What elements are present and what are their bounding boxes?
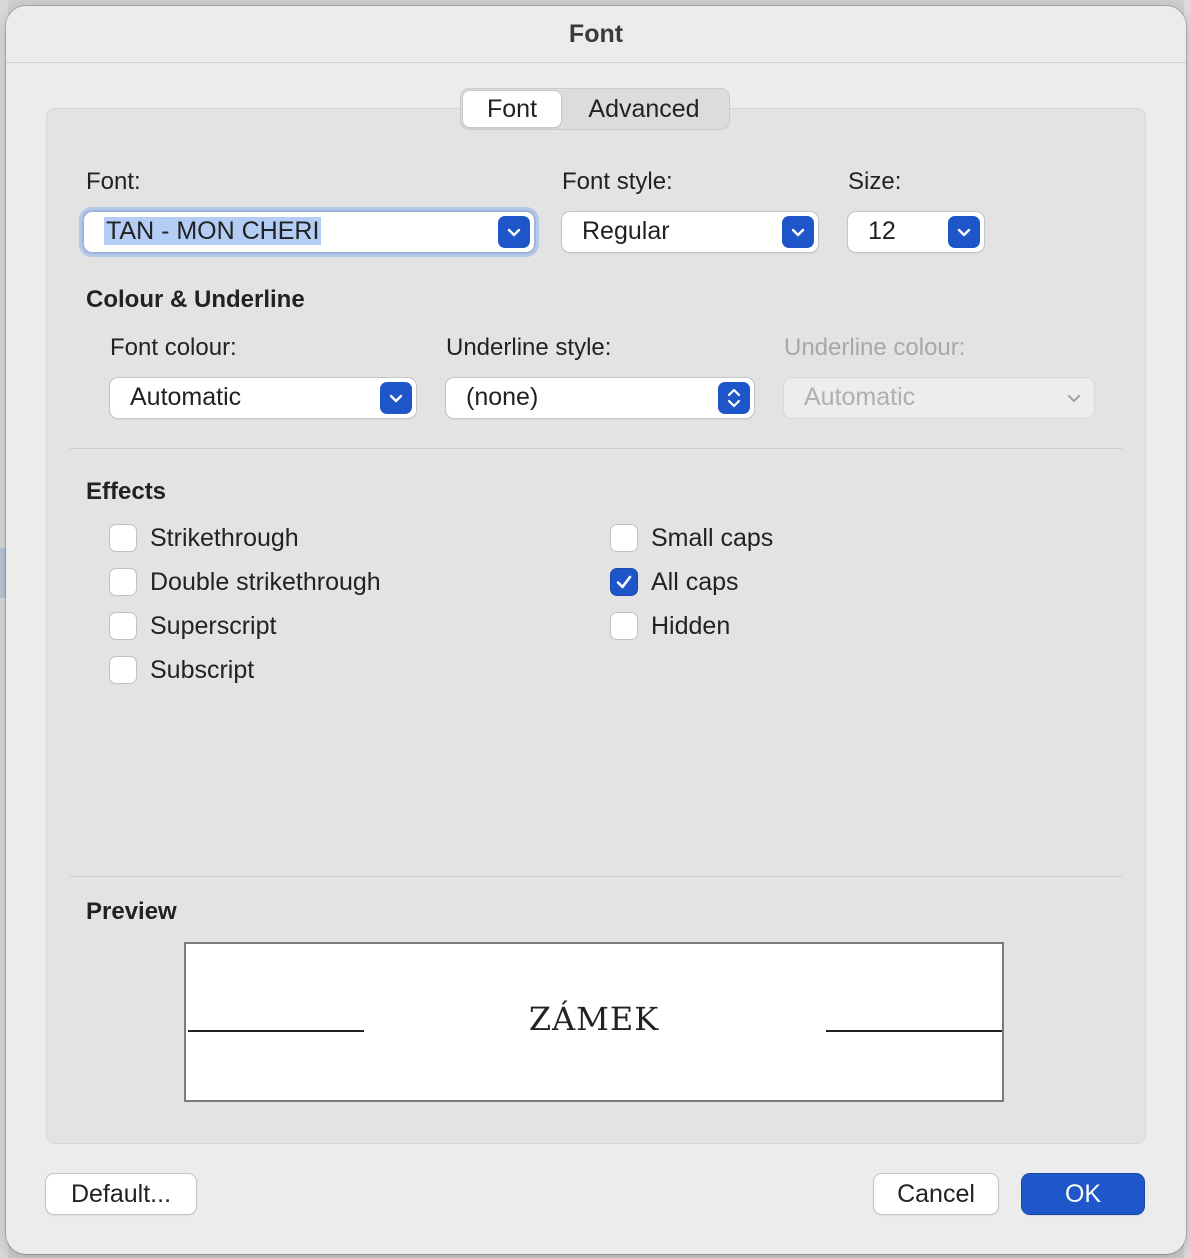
- underline-style-value: (none): [466, 383, 539, 411]
- font-style-combobox[interactable]: Regular: [562, 212, 818, 252]
- font-name-value: TAN - MON CHERI: [104, 217, 322, 245]
- chevron-up-down-icon[interactable]: [718, 382, 750, 414]
- underline-style-select[interactable]: (none): [446, 378, 754, 418]
- colour-underline-heading: Colour & Underline: [86, 286, 305, 313]
- small-caps-label[interactable]: Small caps: [651, 524, 773, 553]
- superscript-checkbox[interactable]: [110, 613, 136, 639]
- chevron-down-icon[interactable]: [782, 216, 814, 248]
- subscript-checkbox[interactable]: [110, 657, 136, 683]
- hidden-label[interactable]: Hidden: [651, 612, 730, 641]
- strikethrough-label[interactable]: Strikethrough: [150, 524, 299, 553]
- underline-style-label: Underline style:: [446, 334, 612, 361]
- tab-advanced[interactable]: Advanced: [561, 91, 727, 127]
- size-value: 12: [868, 217, 896, 245]
- chevron-down-icon: [1066, 390, 1082, 411]
- effects-heading: Effects: [86, 478, 167, 505]
- double-strikethrough-checkbox[interactable]: [110, 569, 136, 595]
- cancel-button[interactable]: Cancel: [874, 1174, 998, 1214]
- underline-colour-select: Automatic: [784, 378, 1094, 418]
- font-colour-label: Font colour:: [110, 334, 237, 361]
- preview-baseline-right: [826, 1030, 1002, 1032]
- title-bar: Font: [6, 6, 1186, 63]
- font-colour-value: Automatic: [130, 383, 242, 411]
- font-label: Font:: [86, 168, 141, 195]
- chevron-down-icon[interactable]: [948, 216, 980, 248]
- size-combobox[interactable]: 12: [848, 212, 984, 252]
- ok-button[interactable]: OK: [1022, 1174, 1144, 1214]
- chevron-down-icon[interactable]: [498, 216, 530, 248]
- font-style-value: Regular: [582, 217, 670, 245]
- superscript-label[interactable]: Superscript: [150, 612, 276, 641]
- subscript-label[interactable]: Subscript: [150, 656, 254, 685]
- all-caps-label[interactable]: All caps: [651, 568, 739, 597]
- dialog-title: Font: [568, 20, 624, 48]
- font-style-label: Font style:: [562, 168, 673, 195]
- underline-colour-label: Underline colour:: [784, 334, 966, 361]
- font-dialog: Font Font Advanced Font: Font style: Siz…: [6, 6, 1186, 1254]
- preview-sample-text: ZÁMEK: [528, 1000, 660, 1038]
- preview-heading: Preview: [86, 898, 177, 925]
- tab-font[interactable]: Font: [463, 91, 561, 127]
- font-name-input[interactable]: TAN - MON CHERI: [104, 217, 322, 246]
- double-strikethrough-label[interactable]: Double strikethrough: [150, 568, 381, 597]
- chevron-down-icon[interactable]: [380, 382, 412, 414]
- strikethrough-checkbox[interactable]: [110, 525, 136, 551]
- hidden-checkbox[interactable]: [611, 613, 637, 639]
- font-name-combobox[interactable]: TAN - MON CHERI: [84, 212, 534, 252]
- checkmark-icon: [616, 575, 632, 589]
- divider: [70, 876, 1122, 877]
- default-button[interactable]: Default...: [46, 1174, 196, 1214]
- preview-box: ZÁMEK: [184, 942, 1004, 1102]
- all-caps-checkbox[interactable]: [611, 569, 637, 595]
- underline-colour-value: Automatic: [804, 383, 916, 411]
- small-caps-checkbox[interactable]: [611, 525, 637, 551]
- size-label: Size:: [848, 168, 902, 195]
- tab-bar: Font Advanced: [460, 88, 730, 130]
- divider: [70, 448, 1122, 449]
- font-colour-select[interactable]: Automatic: [110, 378, 416, 418]
